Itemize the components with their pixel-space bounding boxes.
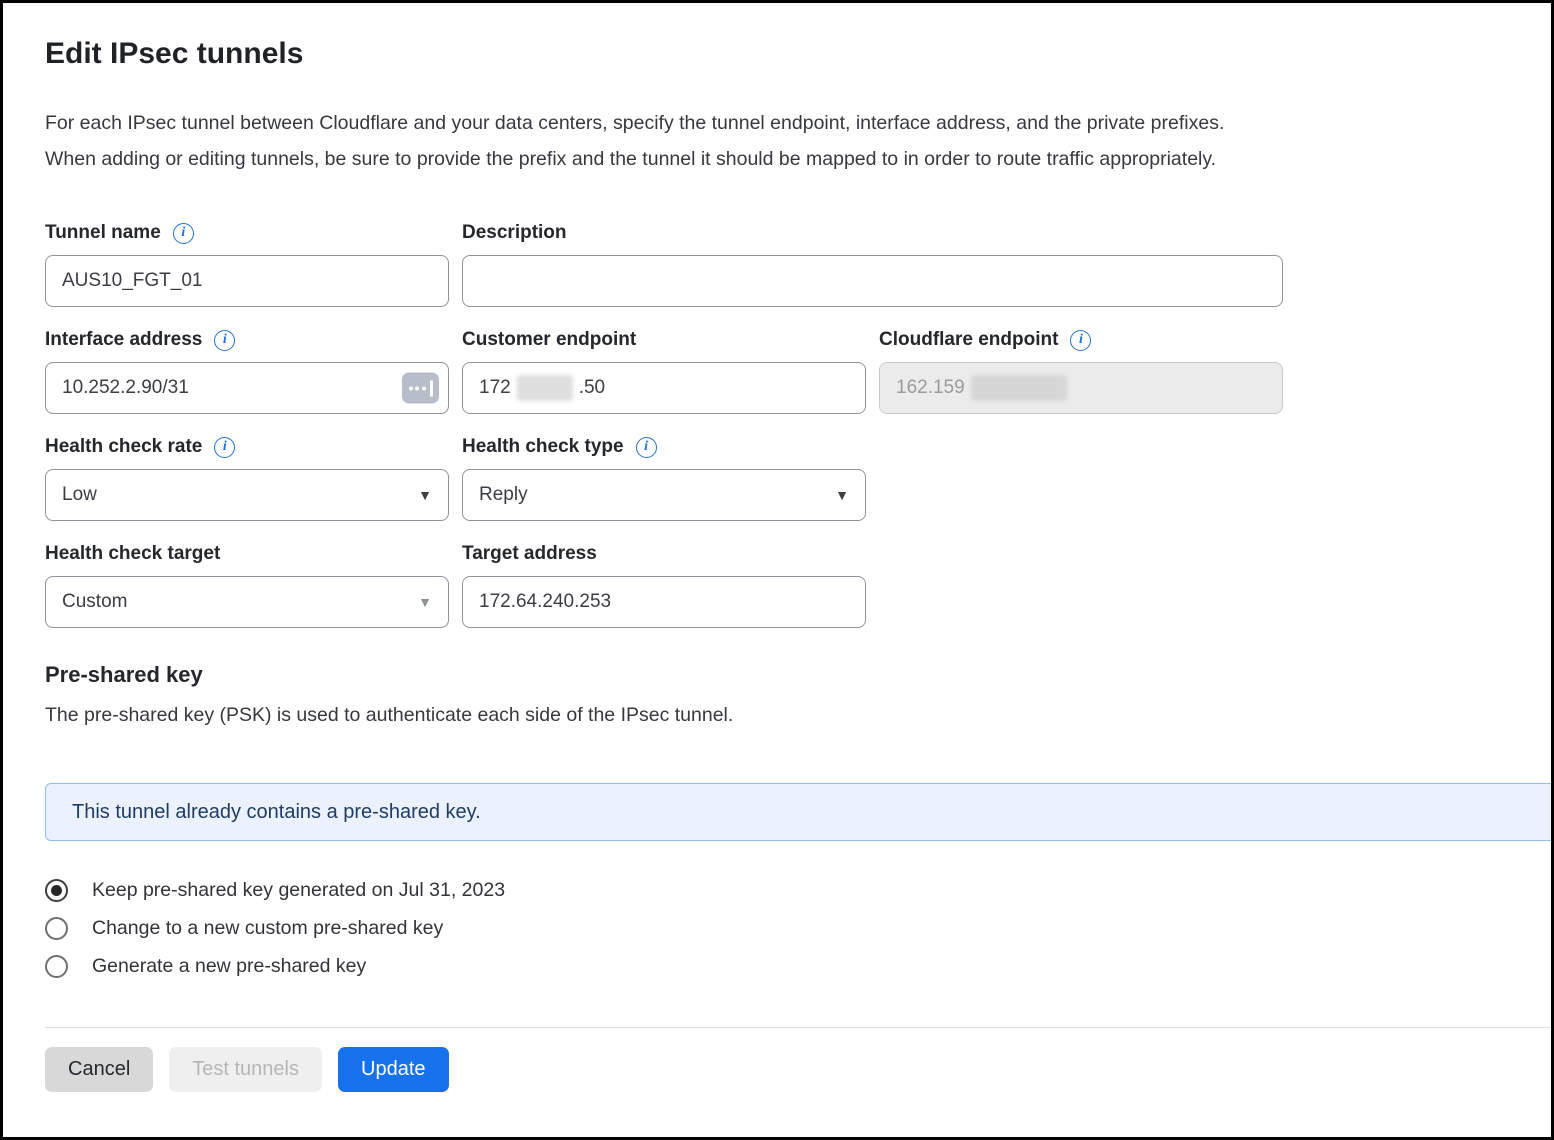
psk-option-group: Keep pre-shared key generated on Jul 31,… <box>45 871 1551 985</box>
description-input[interactable] <box>462 255 1283 307</box>
target-address-label: Target address <box>462 542 866 566</box>
chevron-down-icon: ▼ <box>418 594 432 610</box>
cloudflare-endpoint-label: Cloudflare endpoint i <box>879 328 1283 352</box>
radio-button-icon[interactable] <box>45 879 68 902</box>
cancel-button[interactable]: Cancel <box>45 1047 153 1092</box>
info-icon[interactable]: i <box>214 437 235 458</box>
health-check-type-value: Reply <box>479 484 528 506</box>
health-check-rate-label: Health check rate i <box>45 435 449 459</box>
footer-actions: Cancel Test tunnels Update <box>45 1047 1551 1092</box>
psk-option-generate[interactable]: Generate a new pre-shared key <box>45 947 1551 985</box>
info-icon[interactable]: i <box>1070 330 1091 351</box>
radio-button-icon[interactable] <box>45 917 68 940</box>
health-check-type-label: Health check type i <box>462 435 866 459</box>
customer-endpoint-label-text: Customer endpoint <box>462 329 636 351</box>
chevron-down-icon: ▼ <box>835 487 849 503</box>
health-check-target-field: Health check target Custom ▼ <box>45 542 449 628</box>
tunnel-name-input[interactable] <box>45 255 449 307</box>
target-address-input[interactable] <box>462 576 866 628</box>
info-icon[interactable]: i <box>214 330 235 351</box>
psk-info-banner-text: This tunnel already contains a pre-share… <box>72 801 481 824</box>
psk-info-banner: This tunnel already contains a pre-share… <box>45 783 1551 841</box>
cloudflare-endpoint-label-text: Cloudflare endpoint <box>879 329 1058 351</box>
intro-line-2: When adding or editing tunnels, be sure … <box>45 141 1551 177</box>
health-check-rate-value: Low <box>62 484 97 506</box>
psk-option-custom-label: Change to a new custom pre-shared key <box>92 917 443 940</box>
chevron-down-icon: ▼ <box>418 487 432 503</box>
pre-shared-key-heading: Pre-shared key <box>45 662 1551 688</box>
customer-endpoint-value-suffix: .50 <box>579 377 605 399</box>
description-field: Description <box>462 221 1283 307</box>
tunnel-name-label-text: Tunnel name <box>45 222 161 244</box>
interface-address-label-text: Interface address <box>45 329 202 351</box>
test-tunnels-button[interactable]: Test tunnels <box>169 1047 322 1092</box>
health-check-type-field: Health check type i Reply ▼ <box>462 435 866 521</box>
customer-endpoint-label: Customer endpoint <box>462 328 866 352</box>
cloudflare-endpoint-input: 162.159 <box>879 362 1283 414</box>
health-check-target-value: Custom <box>62 591 127 613</box>
target-address-label-text: Target address <box>462 543 597 565</box>
psk-option-custom[interactable]: Change to a new custom pre-shared key <box>45 909 1551 947</box>
info-icon[interactable]: i <box>173 223 194 244</box>
health-check-type-select[interactable]: Reply ▼ <box>462 469 866 521</box>
health-check-rate-label-text: Health check rate <box>45 436 202 458</box>
cloudflare-endpoint-field: Cloudflare endpoint i 162.159 <box>879 328 1283 414</box>
footer-divider <box>45 1027 1551 1028</box>
update-button[interactable]: Update <box>338 1047 449 1092</box>
psk-option-generate-label: Generate a new pre-shared key <box>92 955 366 978</box>
target-address-field: Target address <box>462 542 866 628</box>
tunnel-form: Tunnel name i Description Interface addr… <box>45 221 1551 628</box>
intro-text: For each IPsec tunnel between Cloudflare… <box>45 105 1551 177</box>
customer-endpoint-value-prefix: 172 <box>479 377 511 399</box>
tunnel-name-label: Tunnel name i <box>45 221 449 245</box>
customer-endpoint-field: Customer endpoint 172 .50 <box>462 328 866 414</box>
page-title: Edit IPsec tunnels <box>45 37 1551 71</box>
interface-address-input[interactable] <box>45 362 449 414</box>
health-check-rate-field: Health check rate i Low ▼ <box>45 435 449 521</box>
radio-button-icon[interactable] <box>45 955 68 978</box>
cloudflare-endpoint-value-prefix: 162.159 <box>896 377 965 399</box>
interface-address-field: Interface address i <box>45 328 449 414</box>
health-check-type-label-text: Health check type <box>462 436 624 458</box>
redacted-text <box>517 375 573 401</box>
tunnel-name-field: Tunnel name i <box>45 221 449 307</box>
description-label-text: Description <box>462 222 567 244</box>
health-check-target-label-text: Health check target <box>45 543 220 565</box>
info-icon[interactable]: i <box>636 437 657 458</box>
redacted-text <box>971 375 1067 401</box>
intro-line-1: For each IPsec tunnel between Cloudflare… <box>45 105 1551 141</box>
input-cursor-icon[interactable] <box>402 373 439 404</box>
customer-endpoint-input[interactable]: 172 .50 <box>462 362 866 414</box>
health-check-rate-select[interactable]: Low ▼ <box>45 469 449 521</box>
description-label: Description <box>462 221 1283 245</box>
pre-shared-key-description: The pre-shared key (PSK) is used to auth… <box>45 704 1551 727</box>
health-check-target-label: Health check target <box>45 542 449 566</box>
psk-option-keep[interactable]: Keep pre-shared key generated on Jul 31,… <box>45 871 1551 909</box>
edit-ipsec-tunnels-panel: Edit IPsec tunnels For each IPsec tunnel… <box>3 3 1551 1092</box>
interface-address-label: Interface address i <box>45 328 449 352</box>
psk-option-keep-label: Keep pre-shared key generated on Jul 31,… <box>92 879 505 902</box>
health-check-target-select[interactable]: Custom ▼ <box>45 576 449 628</box>
